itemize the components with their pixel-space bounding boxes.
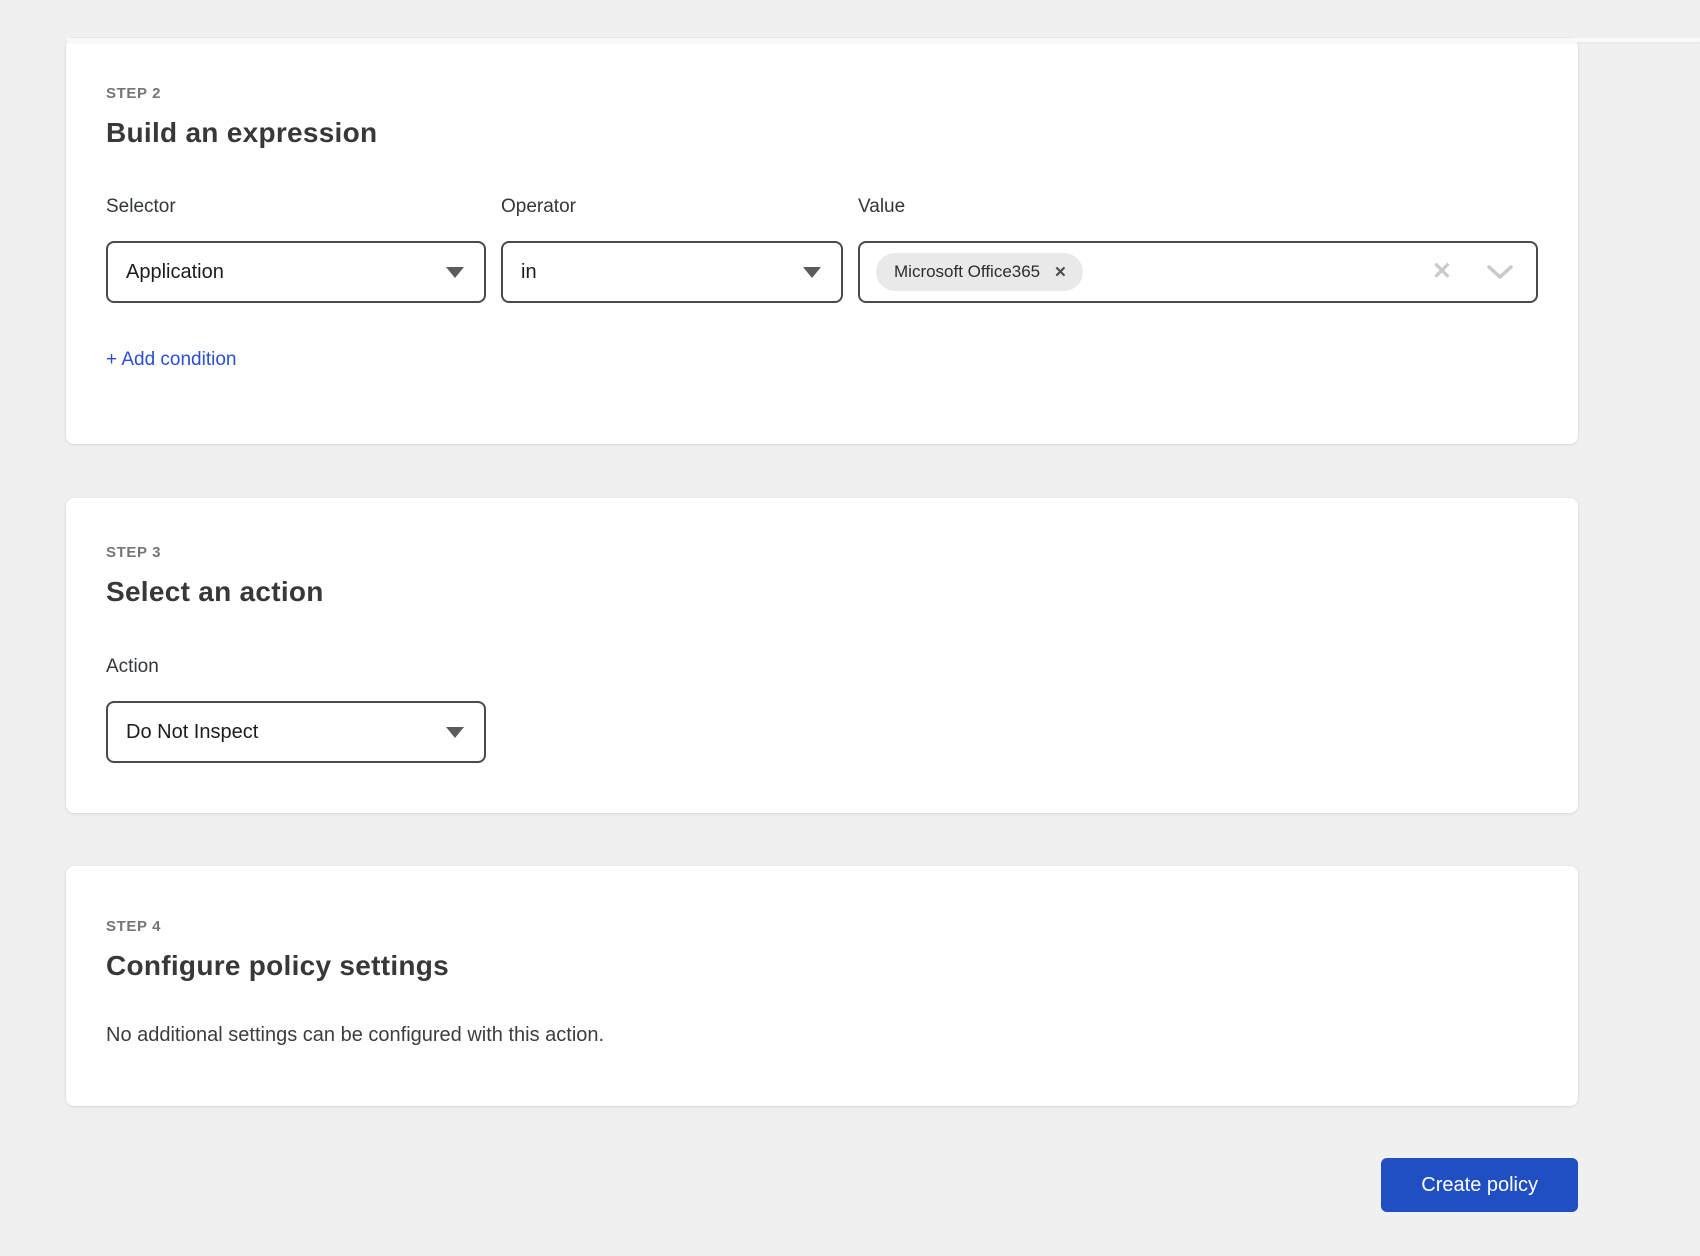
step2-card: STEP 2 Build an expression Selector Appl… — [66, 38, 1578, 444]
footer-actions: Create policy — [66, 1158, 1578, 1212]
create-policy-button[interactable]: Create policy — [1381, 1158, 1578, 1212]
chevron-down-icon — [446, 727, 464, 738]
selected-value-tag-text: Microsoft Office365 — [894, 262, 1040, 282]
step3-card: STEP 3 Select an action Action Do Not In… — [66, 498, 1578, 813]
clear-value-icon[interactable]: ✕ — [1432, 260, 1452, 284]
add-condition-link[interactable]: + Add condition — [106, 349, 236, 371]
action-field-label: Action — [106, 656, 1538, 678]
operator-dropdown-value: in — [521, 261, 537, 284]
step2-label: STEP 2 — [106, 85, 1538, 102]
step4-card: STEP 4 Configure policy settings No addi… — [66, 866, 1578, 1106]
step2-title: Build an expression — [106, 117, 1538, 149]
action-dropdown[interactable]: Do Not Inspect — [106, 701, 486, 763]
chevron-down-icon — [803, 267, 821, 278]
value-field-label: Value — [858, 196, 1538, 218]
selected-value-tag: Microsoft Office365 ✕ — [876, 253, 1083, 291]
chevron-down-icon — [446, 267, 464, 278]
remove-tag-icon[interactable]: ✕ — [1054, 265, 1067, 280]
step4-settings-note: No additional settings can be configured… — [106, 1024, 1538, 1047]
operator-field-group: Operator in — [501, 196, 843, 303]
step3-title: Select an action — [106, 576, 1538, 608]
operator-field-label: Operator — [501, 196, 843, 218]
selector-dropdown-value: Application — [126, 261, 224, 284]
step4-label: STEP 4 — [106, 918, 1538, 935]
step3-label: STEP 3 — [106, 544, 1538, 561]
expression-fields-row: Selector Application Operator in Value M… — [106, 196, 1538, 303]
value-multiselect[interactable]: Microsoft Office365 ✕ ✕ — [858, 241, 1538, 303]
value-field-group: Value Microsoft Office365 ✕ ✕ — [858, 196, 1538, 303]
selector-dropdown[interactable]: Application — [106, 241, 486, 303]
action-dropdown-value: Do Not Inspect — [126, 721, 258, 744]
operator-dropdown[interactable]: in — [501, 241, 843, 303]
previous-card-bottom-edge — [66, 38, 1700, 42]
step4-title: Configure policy settings — [106, 950, 1538, 982]
selector-field-group: Selector Application — [106, 196, 486, 303]
selector-field-label: Selector — [106, 196, 486, 218]
chevron-down-icon[interactable] — [1486, 264, 1514, 280]
